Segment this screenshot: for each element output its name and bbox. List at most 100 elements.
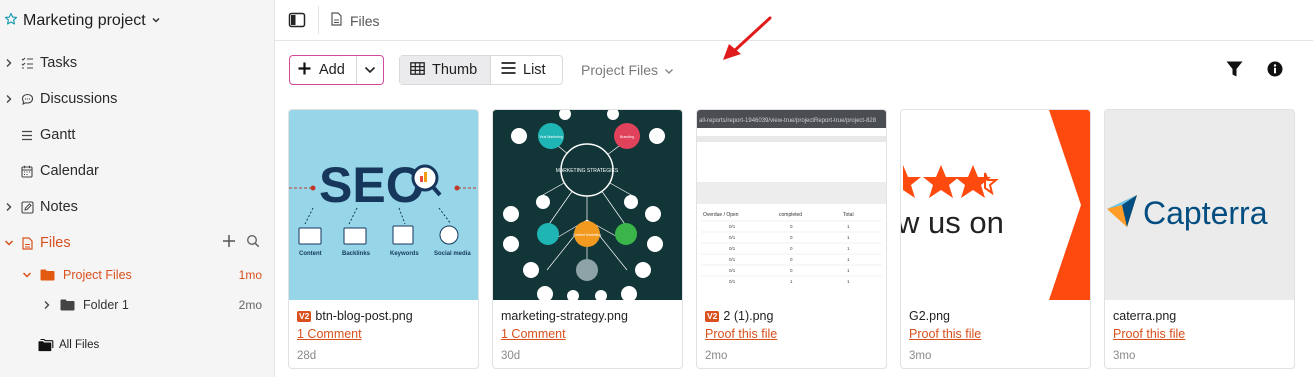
add-dropdown-button[interactable]: [357, 56, 383, 84]
file-card[interactable]: MARKETING STRATEGIES Viral Marketing Bra…: [492, 109, 683, 369]
g2-text: w us on: [901, 205, 1004, 240]
search-icon[interactable]: [246, 234, 260, 253]
file-name[interactable]: G2.png: [909, 309, 950, 323]
star-outline-icon[interactable]: [4, 12, 18, 31]
thumb-view-button[interactable]: Thumb: [400, 56, 491, 84]
sidebar-item-discussions[interactable]: Discussions: [4, 88, 117, 110]
sidebar-item-gantt[interactable]: Gantt: [4, 124, 75, 146]
file-action-link[interactable]: 1 Comment: [501, 327, 674, 343]
file-card[interactable]: Capterra caterra.png Proof this file 3mo: [1104, 109, 1295, 369]
report-cell: 0: [790, 246, 793, 251]
main-panel: Files Add Thumb List Project Files SEO C…: [275, 0, 1313, 377]
report-cell: 0/1: [729, 279, 736, 284]
tree-item-all-files[interactable]: All Files: [38, 335, 99, 355]
file-thumbnail[interactable]: SEO Content Backlinks Keywords Social me…: [289, 110, 478, 300]
project-title[interactable]: Marketing project: [23, 12, 146, 30]
file-name[interactable]: caterra.png: [1113, 309, 1176, 323]
sidebar-item-label: Tasks: [40, 55, 78, 71]
file-age: 28d: [297, 350, 317, 362]
toolbar-right: [1226, 61, 1283, 82]
seo-title: SEO: [319, 157, 425, 213]
add-label: Add: [319, 62, 345, 78]
notes-icon: [20, 200, 34, 214]
thumb-label: Thumb: [432, 62, 478, 78]
scope-dropdown[interactable]: Project Files: [581, 62, 674, 78]
file-name[interactable]: btn-blog-post.png: [315, 309, 412, 323]
report-rows: 0/1 0 1 0/1 0 1 0/1 0 1 0/1 0 1 0/1 0 1 0/1 1 1: [701, 220, 882, 284]
file-icon: [20, 236, 34, 250]
report-url: all-reports/report-1946039/view-true/pro…: [699, 118, 877, 124]
report-cell: 1: [847, 246, 850, 251]
chevron-down-icon[interactable]: [22, 271, 32, 279]
file-action-link[interactable]: Proof this file: [909, 327, 1082, 343]
files-actions: [222, 233, 260, 253]
report-cell: 0/1: [729, 257, 736, 262]
file-card[interactable]: SEO Content Backlinks Keywords Social me…: [288, 109, 479, 369]
file-name[interactable]: marketing-strategy.png: [501, 309, 628, 323]
file-thumbnail[interactable]: all-reports/report-1946039/view-true/pro…: [697, 110, 886, 300]
tree-item-folder-1[interactable]: Folder 1: [42, 295, 129, 315]
list-view-button[interactable]: List: [491, 56, 562, 84]
filter-icon[interactable]: [1226, 61, 1243, 82]
file-card[interactable]: all-reports/report-1946039/view-true/pro…: [696, 109, 887, 369]
report-cell: 1: [847, 268, 850, 273]
report-cell: 0: [790, 268, 793, 273]
tree-item-age: 2mo: [238, 298, 262, 312]
chevron-down-icon[interactable]: [4, 239, 14, 247]
report-header: Overdue / Open: [703, 212, 739, 218]
sidebar-item-tasks[interactable]: Tasks: [4, 52, 77, 74]
file-age: 3mo: [1113, 350, 1136, 362]
file-info: marketing-strategy.png 1 Comment 30d: [493, 300, 682, 362]
seo-label: Backlinks: [342, 251, 371, 257]
sidebar-item-label: Calendar: [40, 163, 99, 179]
file-info: V2 btn-blog-post.png 1 Comment 28d: [289, 300, 478, 362]
sidebar-item-label: Gantt: [40, 127, 76, 143]
sidebar-item-files[interactable]: Files: [4, 232, 71, 254]
file-name-row: G2.png: [909, 308, 1082, 324]
project-selector[interactable]: Marketing project: [4, 10, 161, 32]
sidebar-item-calendar[interactable]: Calendar: [4, 160, 99, 182]
chevron-down-icon[interactable]: [151, 12, 161, 30]
file-thumbnail[interactable]: MARKETING STRATEGIES Viral Marketing Bra…: [493, 110, 682, 300]
gantt-icon: [20, 130, 34, 141]
chevron-right-icon[interactable]: [4, 202, 14, 212]
report-cell: 1: [790, 279, 793, 284]
folder-icon: [40, 269, 55, 281]
breadcrumb-label[interactable]: Files: [350, 13, 380, 29]
folders-icon: [38, 338, 54, 352]
tree-item-project-files[interactable]: Project Files: [22, 265, 132, 285]
plus-icon: [298, 62, 311, 79]
plus-icon[interactable]: [222, 234, 236, 253]
strategy-node: Content Marketing: [573, 233, 602, 237]
sidebar: Marketing project Tasks Discussions Gant…: [0, 0, 275, 377]
sidebar-toggle-icon[interactable]: [288, 11, 306, 29]
file-thumbnail[interactable]: w us on: [901, 110, 1090, 300]
report-cell: 1: [847, 224, 850, 229]
file-info: V2 2 (1).png Proof this file 2mo: [697, 300, 886, 362]
file-name[interactable]: 2 (1).png: [723, 309, 773, 323]
sidebar-item-notes[interactable]: Notes: [4, 196, 78, 218]
chevron-right-icon[interactable]: [4, 94, 14, 104]
file-thumbnail[interactable]: Capterra: [1105, 110, 1294, 300]
sidebar-item-label: Files: [40, 235, 71, 251]
capterra-text: Capterra: [1143, 195, 1268, 231]
list-icon: [501, 62, 516, 78]
file-card[interactable]: w us on G2.png Proof this file 3mo: [900, 109, 1091, 369]
file-name-row: caterra.png: [1113, 308, 1286, 324]
chevron-right-icon[interactable]: [42, 300, 52, 310]
report-cell: 1: [847, 257, 850, 262]
version-badge: V2: [705, 310, 720, 322]
grid-icon: [410, 61, 425, 79]
scope-label: Project Files: [581, 62, 659, 78]
add-button[interactable]: Add: [290, 56, 357, 84]
report-cell: 0: [790, 224, 793, 229]
folder-icon: [60, 299, 75, 311]
tree-item-age: 1mo: [238, 268, 262, 282]
file-action-link[interactable]: Proof this file: [705, 327, 878, 343]
chevron-right-icon[interactable]: [4, 58, 14, 68]
info-icon[interactable]: [1267, 61, 1283, 82]
file-action-link[interactable]: Proof this file: [1113, 327, 1286, 343]
sidebar-item-label: Notes: [40, 199, 78, 215]
file-age: 3mo: [909, 350, 932, 362]
file-action-link[interactable]: 1 Comment: [297, 327, 470, 343]
